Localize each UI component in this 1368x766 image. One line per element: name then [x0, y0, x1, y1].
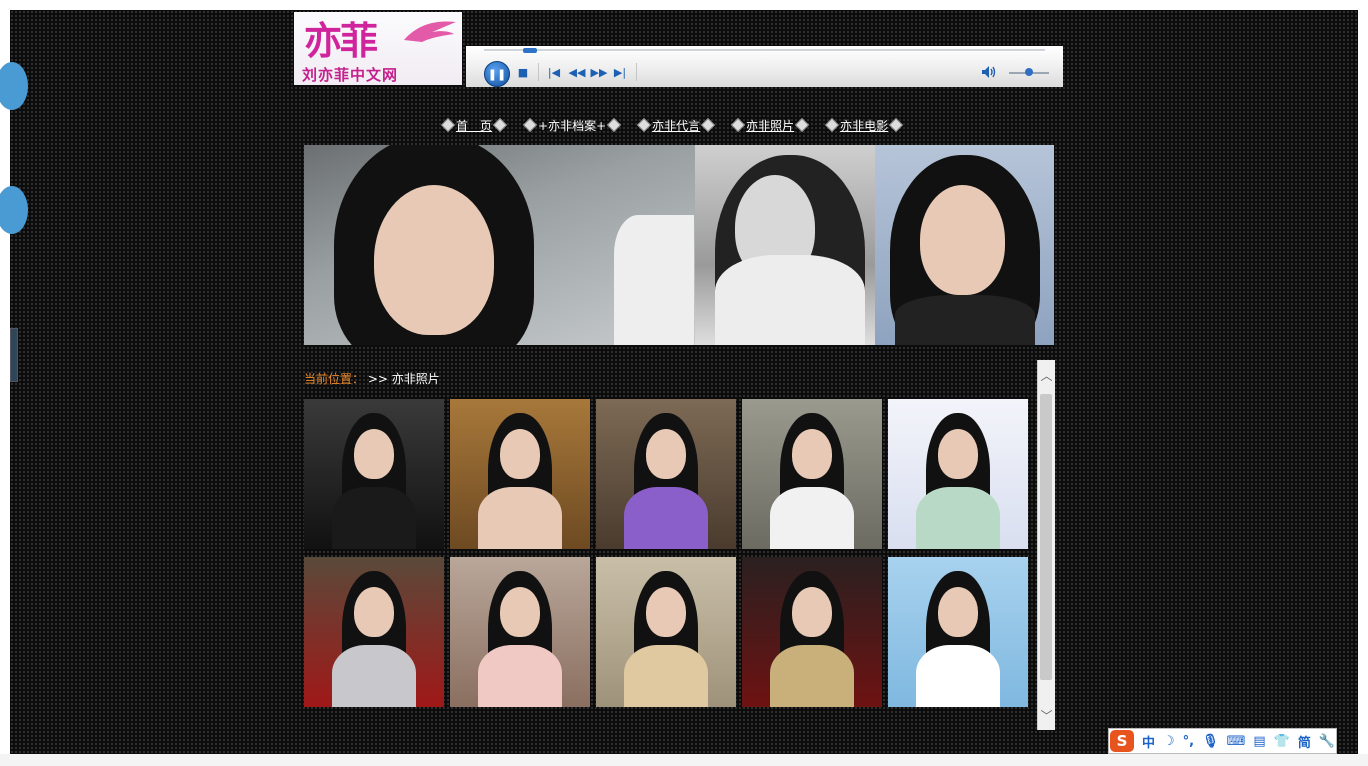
diamond-icon — [440, 117, 456, 133]
stop-icon: ■ — [517, 65, 529, 79]
photo-thumbnail[interactable] — [450, 557, 590, 707]
breadcrumb-path: >> 亦非照片 — [367, 372, 440, 386]
scroll-down-button[interactable]: ﹀ — [1038, 700, 1055, 730]
diamond-icon — [889, 117, 904, 133]
separator — [636, 63, 637, 81]
photo-thumbnail[interactable] — [596, 557, 736, 707]
seek-bar[interactable] — [484, 48, 1045, 53]
toolbox-icon[interactable]: ▤ — [1253, 734, 1265, 749]
ime-mode-toggle[interactable]: 中 — [1142, 732, 1155, 751]
logo-caption: 刘亦菲中文网 — [302, 66, 399, 84]
photo-thumbnail[interactable] — [304, 557, 444, 707]
diamond-icon — [731, 117, 746, 133]
fast-forward-icon: ▶▶ — [590, 65, 608, 79]
side-widget-bubble[interactable] — [0, 186, 28, 234]
nav-link-endorsements[interactable]: 亦非代言 — [652, 117, 700, 134]
photo-thumbnail[interactable] — [888, 557, 1028, 707]
nav-item-movies: 亦非电影 — [824, 117, 904, 134]
breadcrumb: 当前位置： >> 亦非照片 — [304, 370, 440, 387]
nav-link-movies[interactable]: 亦非电影 — [840, 117, 888, 134]
rewind-icon: ◀◀ — [568, 65, 586, 79]
pause-button[interactable]: ❚❚ — [484, 61, 510, 87]
photo-thumbnail[interactable] — [304, 399, 444, 549]
mute-button[interactable] — [980, 64, 998, 80]
photo-thumbnail[interactable] — [742, 557, 882, 707]
diamond-icon — [825, 117, 840, 133]
diamond-icon — [607, 117, 622, 133]
wrench-icon[interactable]: 🔧 — [1319, 734, 1335, 749]
photo-thumbnail[interactable] — [742, 399, 882, 549]
side-tab[interactable] — [10, 328, 18, 382]
photo-grid — [304, 399, 1032, 707]
nav-link-home[interactable]: 首 页 — [456, 117, 492, 134]
main-nav: 首 页 +亦非档案+ 亦非代言 亦非照片 亦非电影 — [440, 116, 918, 134]
diamond-icon — [701, 117, 716, 133]
diamond-icon — [637, 117, 652, 133]
rewind-button[interactable]: ◀◀ — [568, 65, 586, 79]
fast-forward-button[interactable]: ▶▶ — [590, 65, 608, 79]
ime-script-toggle[interactable]: 简 — [1298, 732, 1311, 751]
logo-mark: 亦菲 — [304, 18, 378, 63]
punctuation-icon[interactable]: °, — [1183, 734, 1194, 749]
nav-item-profile: +亦非档案+ — [522, 117, 622, 134]
ime-logo[interactable]: S — [1110, 730, 1134, 752]
speaker-icon — [982, 66, 996, 78]
site-logo[interactable]: 亦菲 刘亦菲中文网 — [294, 12, 462, 85]
media-player: ❚❚ ■ |◀ ◀◀ ▶▶ ▶| — [466, 46, 1063, 87]
page-background: 亦菲 刘亦菲中文网 ❚❚ ■ |◀ ◀◀ ▶▶ ▶| 首 页 +亦非档案+ 亦非… — [0, 10, 1358, 754]
keyboard-icon[interactable]: ⌨ — [1227, 734, 1246, 749]
stop-button[interactable]: ■ — [516, 65, 530, 79]
scroll-thumb[interactable] — [1040, 394, 1052, 680]
gallery-scrollbar[interactable]: ︿ ﹀ — [1037, 360, 1055, 730]
photo-thumbnail[interactable] — [450, 399, 590, 549]
nav-item-home: 首 页 — [440, 117, 508, 134]
breadcrumb-label: 当前位置： — [304, 372, 365, 386]
photo-thumbnail[interactable] — [888, 399, 1028, 549]
side-widget-bubble[interactable] — [0, 62, 28, 110]
moon-icon[interactable]: ☽ — [1163, 734, 1175, 749]
nav-link-profile[interactable]: +亦非档案+ — [538, 117, 606, 134]
banner-photo — [695, 145, 875, 345]
shirt-icon[interactable]: 👕 — [1274, 734, 1290, 749]
next-icon: ▶| — [613, 65, 627, 79]
pause-icon: ❚❚ — [487, 67, 507, 81]
separator — [538, 63, 539, 81]
taskbar-edge — [0, 754, 1368, 766]
chevron-up-icon: ︿ — [1040, 368, 1053, 383]
gallery-panel: 当前位置： >> 亦非照片 ︿ ﹀ — [304, 360, 1055, 730]
photo-thumbnail[interactable] — [596, 399, 736, 549]
diamond-icon — [522, 117, 538, 133]
scroll-up-button[interactable]: ︿ — [1038, 360, 1055, 390]
microphone-icon[interactable]: 🎙 — [1202, 734, 1219, 749]
previous-button[interactable]: |◀ — [546, 65, 562, 79]
diamond-icon — [795, 117, 810, 133]
wing-icon — [404, 21, 456, 42]
next-button[interactable]: ▶| — [612, 65, 628, 79]
banner-photo — [304, 145, 695, 345]
header-banner — [304, 145, 1054, 345]
ime-toolbar: S 中 ☽ °, 🎙 ⌨ ▤ 👕 简 🔧 — [1108, 728, 1337, 754]
chevron-down-icon: ﹀ — [1040, 708, 1053, 723]
volume-thumb[interactable] — [1025, 68, 1033, 76]
seek-thumb[interactable] — [523, 48, 537, 53]
nav-item-endorsements: 亦非代言 — [636, 117, 716, 134]
nav-item-photos: 亦非照片 — [730, 117, 810, 134]
nav-link-photos[interactable]: 亦非照片 — [746, 117, 794, 134]
previous-icon: |◀ — [547, 65, 561, 79]
diamond-icon — [492, 117, 508, 133]
banner-photo — [875, 145, 1054, 345]
